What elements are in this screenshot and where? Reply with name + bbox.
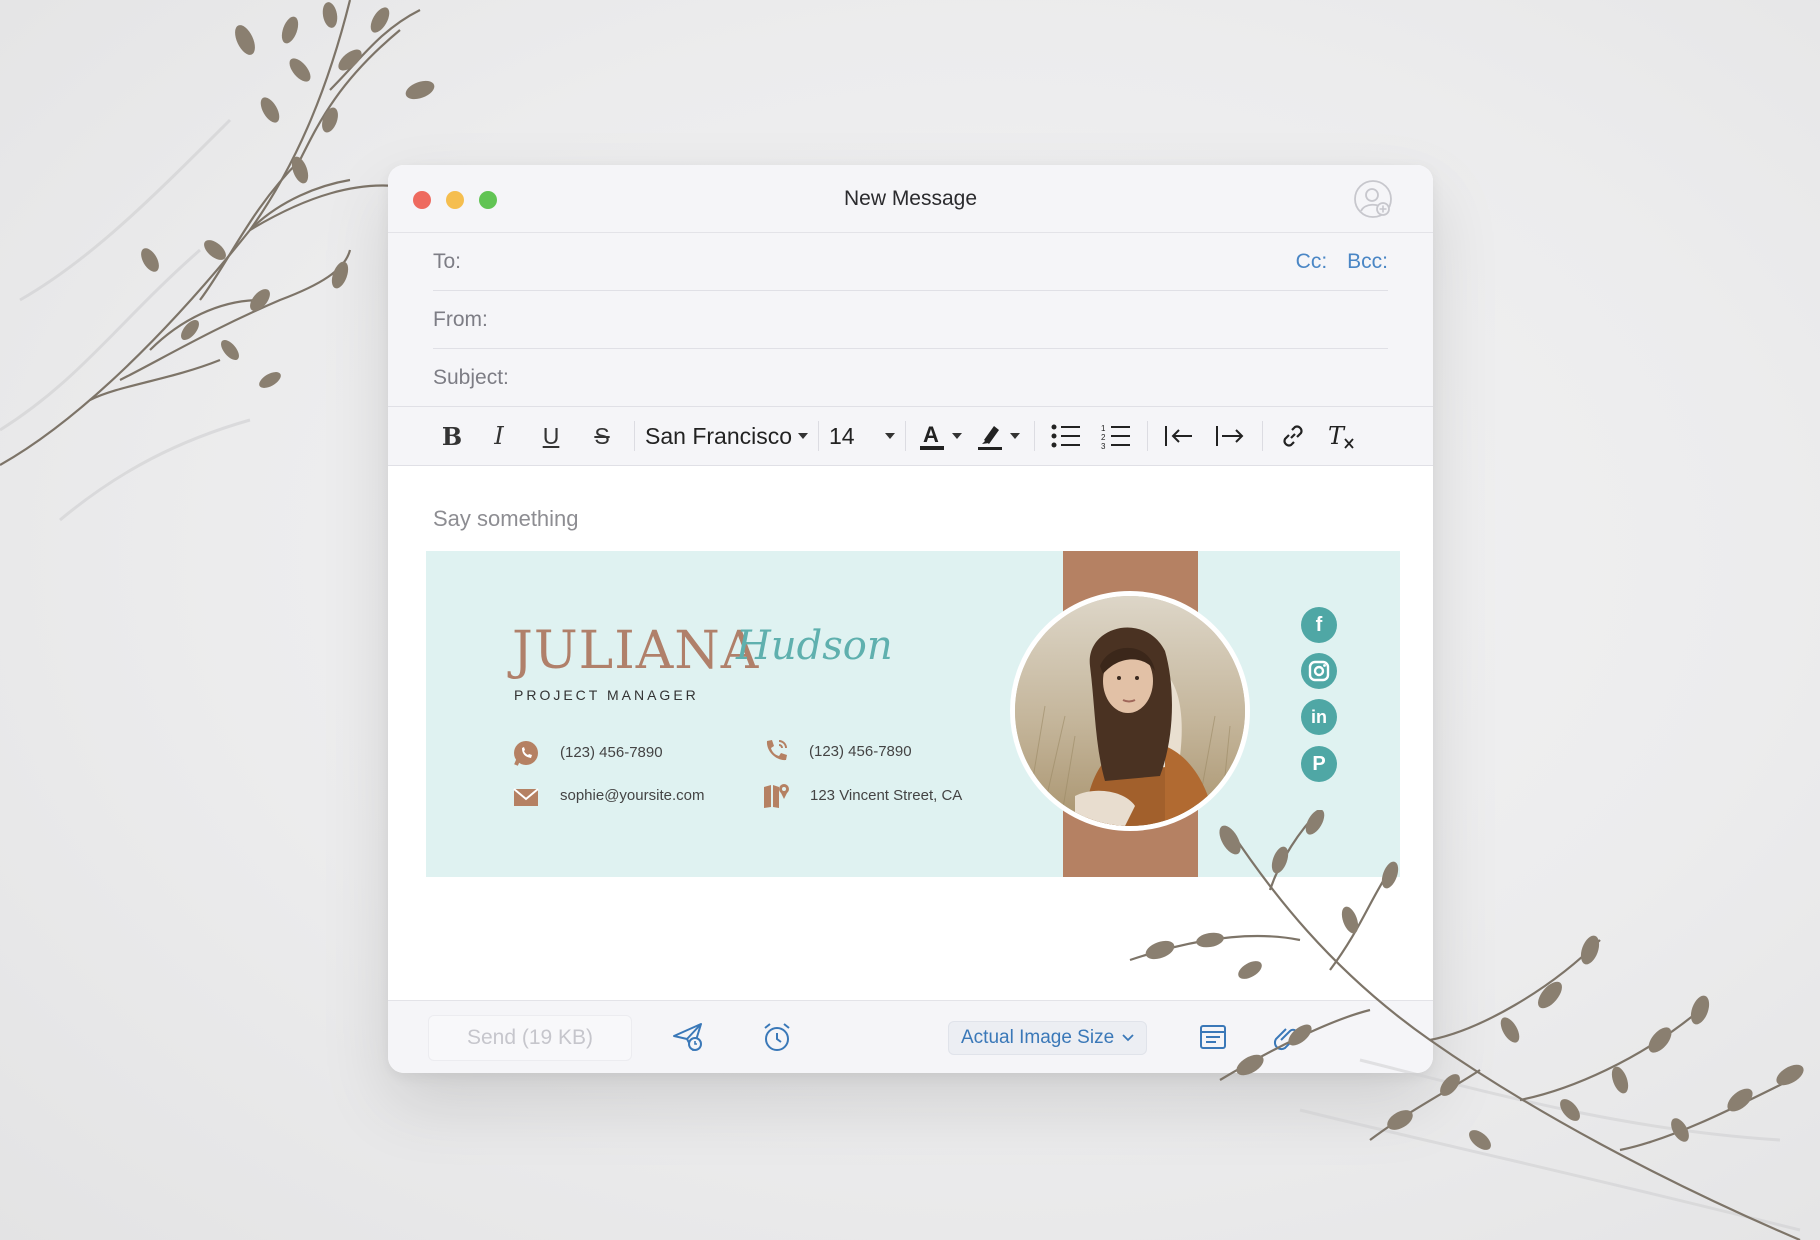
chevron-down-icon (885, 433, 896, 439)
toolbar-divider (905, 421, 907, 451)
font-size-value: 14 (829, 422, 855, 449)
chevron-down-icon (952, 433, 963, 439)
svg-text:A: A (923, 422, 939, 447)
chevron-down-icon (798, 433, 809, 439)
image-size-label: Actual Image Size (961, 1027, 1115, 1048)
svg-text:3: 3 (1101, 442, 1106, 449)
whatsapp-icon (514, 741, 538, 766)
signature-email[interactable]: sophie@yoursite.com (560, 787, 704, 804)
chevron-down-icon (1010, 433, 1021, 439)
phone-icon (766, 740, 787, 761)
cc-button[interactable]: Cc: (1296, 250, 1328, 274)
highlight-icon (978, 426, 1003, 450)
signature-whatsapp[interactable]: (123) 456-7890 (560, 744, 663, 761)
chevron-down-icon (1122, 1034, 1134, 1042)
indent-button[interactable] (1204, 416, 1256, 456)
email-signature: JULIANA Hudson PROJECT MANAGER (123) 456… (426, 551, 1400, 877)
profile-photo (1010, 591, 1250, 831)
send-later-icon[interactable] (671, 1020, 705, 1054)
cc-bcc-group: Cc: Bcc: (1296, 233, 1388, 290)
signature-address: 123 Vincent Street, CA (810, 787, 963, 804)
instagram-glyph (1308, 660, 1330, 682)
font-size-select[interactable]: 14 (825, 423, 899, 450)
bullet-list-icon (1051, 424, 1081, 448)
facebook-icon[interactable]: f (1301, 607, 1337, 643)
svg-text:1: 1 (1101, 424, 1106, 433)
signature-last-name: Hudson (736, 623, 893, 669)
from-label: From: (433, 307, 488, 331)
text-color-icon: A (920, 422, 945, 450)
alarm-clock-icon[interactable] (760, 1020, 794, 1054)
text-color-button[interactable]: A (912, 416, 968, 456)
link-icon (1283, 425, 1303, 447)
toolbar-divider (818, 421, 820, 451)
strikethrough-icon: S (594, 422, 610, 449)
highlight-color-button[interactable] (968, 416, 1028, 456)
mail-icon (513, 788, 539, 806)
strikethrough-button[interactable]: S (576, 416, 628, 456)
window-title: New Message (843, 187, 978, 210)
attachment-icon[interactable] (1268, 1020, 1302, 1054)
format-toolbar: B I U S San Francisco 14 A 1 2 3 T (388, 406, 1433, 466)
indent-icon (1216, 426, 1244, 446)
clear-format-icon: T (1328, 422, 1354, 450)
bold-button[interactable]: B (432, 416, 472, 456)
toolbar-divider (1262, 421, 1264, 451)
add-contact-icon[interactable] (1353, 179, 1393, 219)
to-field[interactable]: To: Cc: Bcc: (433, 233, 1388, 291)
bold-icon: B (441, 421, 463, 451)
compose-footer: Send (19 KB) Actual Image Size (388, 1000, 1433, 1073)
insert-link-button[interactable] (1269, 416, 1317, 456)
new-message-window: New Message To: Cc: Bcc: From: Subject: … (388, 165, 1433, 1073)
clear-format-button[interactable]: T (1317, 416, 1367, 456)
send-button[interactable]: Send (19 KB) (428, 1015, 632, 1061)
bullet-list-button[interactable] (1041, 416, 1091, 456)
toolbar-divider (634, 421, 635, 451)
template-icon[interactable] (1196, 1020, 1230, 1054)
italic-button[interactable]: I (472, 416, 526, 456)
svg-text:2: 2 (1101, 433, 1106, 442)
body-placeholder: Say something (433, 506, 579, 531)
linkedin-icon[interactable]: in (1301, 699, 1337, 735)
toolbar-divider (1034, 421, 1036, 451)
underline-icon: U (542, 422, 560, 449)
subject-label: Subject: (433, 365, 509, 389)
svg-text:T: T (1328, 422, 1346, 450)
signature-phone[interactable]: (123) 456-7890 (809, 743, 912, 760)
underline-button[interactable]: U (526, 416, 576, 456)
title-bar: New Message (388, 165, 1433, 233)
portrait-image (1015, 596, 1245, 826)
italic-icon: I (494, 422, 504, 450)
font-family-value: San Francisco (645, 422, 793, 449)
message-headers: To: Cc: Bcc: From: Subject: (388, 233, 1433, 406)
message-body[interactable]: Say something JULIANA Hudson PROJECT MAN… (388, 466, 1433, 1002)
numbered-list-icon: 1 2 3 (1101, 424, 1131, 449)
outdent-button[interactable] (1154, 416, 1204, 456)
toolbar-divider (1147, 421, 1149, 451)
signature-role: PROJECT MANAGER (514, 687, 699, 703)
numbered-list-button[interactable]: 1 2 3 (1091, 416, 1141, 456)
to-label: To: (433, 249, 462, 273)
outdent-icon (1165, 426, 1193, 446)
image-size-dropdown[interactable]: Actual Image Size (948, 1021, 1148, 1055)
from-field[interactable]: From: (433, 291, 1388, 349)
pinterest-icon[interactable]: P (1301, 746, 1337, 782)
subject-field[interactable]: Subject: (433, 349, 1388, 406)
signature-first-name: JULIANA (512, 621, 760, 681)
instagram-icon[interactable] (1301, 653, 1337, 689)
map-icon (764, 784, 789, 808)
font-family-select[interactable]: San Francisco (641, 423, 812, 450)
bcc-button[interactable]: Bcc: (1347, 250, 1388, 274)
